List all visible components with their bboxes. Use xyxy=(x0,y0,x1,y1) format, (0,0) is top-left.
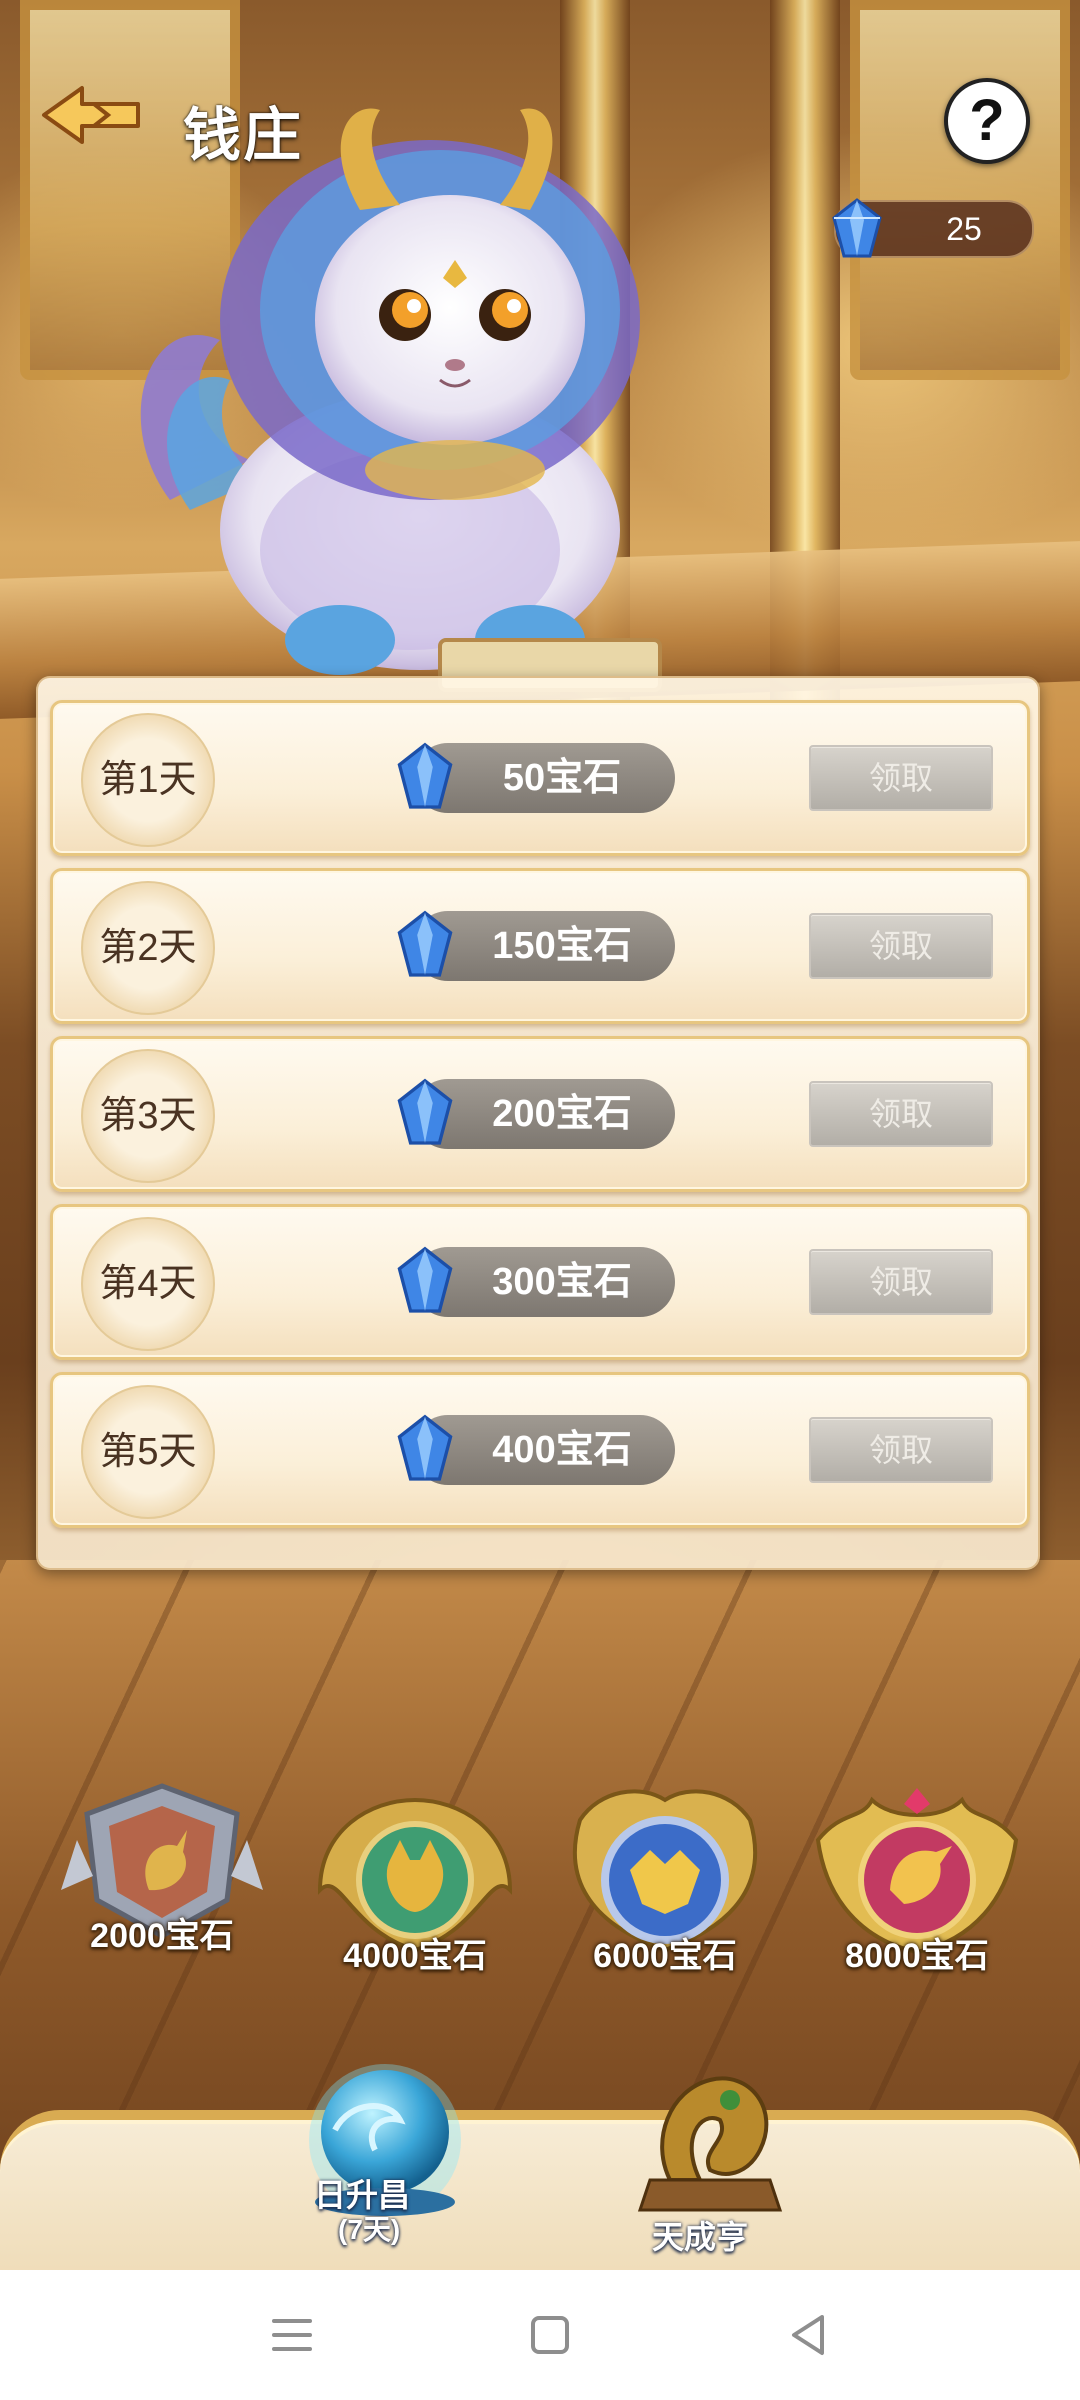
blue-gem-icon xyxy=(832,198,882,258)
reward-amount-pill: 200宝石 xyxy=(397,1078,675,1149)
blue-gem-icon xyxy=(397,1414,453,1481)
home-icon[interactable] xyxy=(520,2305,580,2365)
page-title: 钱庄 xyxy=(183,103,304,168)
blue-gem-icon xyxy=(397,1078,453,1145)
reward-amount-pill: 400宝石 xyxy=(397,1414,675,1485)
reward-amount: 200宝石 xyxy=(492,1093,632,1135)
milestone-label: 6000宝石 xyxy=(593,1937,737,1975)
day-label: 第4天 xyxy=(99,1263,197,1305)
gem-balance-counter: 25 xyxy=(832,198,1034,258)
day-badge: 第2天 xyxy=(81,881,215,1015)
back-arrow-icon[interactable] xyxy=(36,80,146,150)
reward-row-day-3: 第3天 200宝石 领取 xyxy=(50,1036,1030,1192)
milestone-6000[interactable]: 6000宝石 xyxy=(560,1780,770,2010)
milestone-2000[interactable]: 2000宝石 xyxy=(57,1780,267,2010)
milestone-4000[interactable]: 4000宝石 xyxy=(310,1780,520,2010)
reward-row-day-1: 第1天 50宝石 领取 xyxy=(50,700,1030,856)
gold-dragon-icon xyxy=(637,2076,783,2212)
back-triangle-icon[interactable] xyxy=(778,2305,838,2365)
milestone-label: 2000宝石 xyxy=(90,1917,234,1955)
reward-row-day-2: 第2天 150宝石 领取 xyxy=(50,868,1030,1024)
background-mirror xyxy=(850,0,1070,380)
menu-icon[interactable] xyxy=(262,2305,322,2365)
reward-amount-pill: 300宝石 xyxy=(397,1246,675,1317)
reward-amount-pill: 150宝石 xyxy=(397,910,675,981)
reward-amount: 50宝石 xyxy=(502,757,622,799)
blue-gem-icon xyxy=(397,1246,453,1313)
day-badge: 第5天 xyxy=(81,1385,215,1519)
reward-amount: 400宝石 xyxy=(492,1429,632,1471)
claim-button[interactable]: 领取 xyxy=(809,913,993,979)
claim-button[interactable]: 领取 xyxy=(809,1081,993,1147)
day-label: 第5天 xyxy=(99,1431,197,1473)
qilin-mascot-image xyxy=(140,108,662,692)
blue-gem-icon xyxy=(397,910,453,977)
reward-row-day-4: 第4天 300宝石 领取 xyxy=(50,1204,1030,1360)
tab-label: 天成亨 xyxy=(652,2219,749,2255)
milestone-8000[interactable]: 8000宝石 xyxy=(812,1780,1022,2010)
help-button[interactable]: ? xyxy=(944,78,1030,164)
day-badge: 第3天 xyxy=(81,1049,215,1183)
bottom-tab-bar xyxy=(0,2110,1080,2280)
reward-row-day-5: 第5天 400宝石 领取 xyxy=(50,1372,1030,1528)
day-label: 第3天 xyxy=(99,1095,197,1137)
system-navigation-bar xyxy=(0,2270,1080,2400)
gem-balance-value: 25 xyxy=(946,211,982,247)
day-badge: 第1天 xyxy=(81,713,215,847)
milestone-label: 8000宝石 xyxy=(845,1937,989,1975)
daily-reward-panel: 第1天 50宝石 领取 第2天 150宝石 领取 第3天 200宝石 领取 第4… xyxy=(36,676,1040,1570)
claim-button[interactable]: 领取 xyxy=(809,1249,993,1315)
day-label: 第2天 xyxy=(99,927,197,969)
tab-sublabel: (7天) xyxy=(338,2214,401,2245)
day-badge: 第4天 xyxy=(81,1217,215,1351)
tab-rishengchang[interactable]: 日升昌 (7天) xyxy=(290,2060,480,2270)
reward-amount: 300宝石 xyxy=(492,1261,632,1303)
reward-amount-pill: 50宝石 xyxy=(397,742,675,813)
reward-amount: 150宝石 xyxy=(492,925,632,967)
claim-button[interactable]: 领取 xyxy=(809,745,993,811)
blue-gem-icon xyxy=(397,742,453,809)
day-label: 第1天 xyxy=(99,759,197,801)
milestone-label: 4000宝石 xyxy=(343,1937,487,1975)
claim-button[interactable]: 领取 xyxy=(809,1417,993,1483)
tab-tianchengheng[interactable]: 天成亨 xyxy=(610,2050,810,2260)
